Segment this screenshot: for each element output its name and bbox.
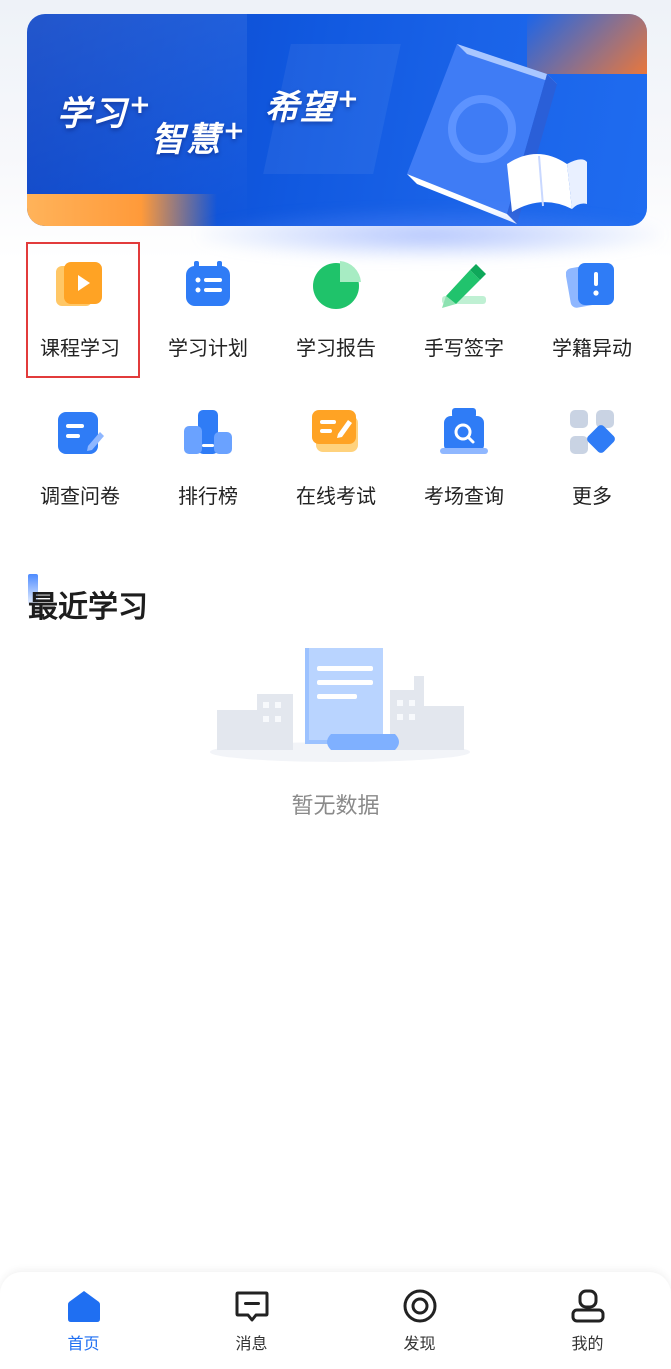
bottom-tab-bar: 首页 消息 发现 我的 — [0, 1272, 671, 1369]
study-plan-icon — [186, 261, 230, 306]
ranking-icon — [184, 410, 232, 454]
more-icon — [570, 410, 615, 454]
promo-banner[interactable]: 学习+ 智慧+ 希望+ — [27, 14, 647, 226]
tab-messages[interactable]: 消息 — [168, 1272, 335, 1369]
grid-item-survey[interactable]: 调查问卷 — [16, 388, 144, 528]
grid-item-exam-room-query[interactable]: 考场查询 — [400, 388, 528, 528]
study-report-icon — [313, 261, 361, 309]
message-icon — [235, 1291, 269, 1322]
grid-item-handwriting-sign[interactable]: 手写签字 — [400, 240, 528, 380]
tab-home[interactable]: 首页 — [0, 1272, 167, 1369]
banner-decoration — [27, 194, 217, 226]
banner-slogan-1: 学习+ — [57, 89, 152, 134]
status-change-icon — [566, 263, 614, 308]
recent-study-title: 最近学习 — [28, 590, 148, 625]
empty-state-text: 暂无数据 — [291, 794, 380, 819]
grid-item-label: 手写签字 — [424, 336, 504, 360]
grid-item-more[interactable]: 更多 — [528, 388, 656, 528]
empty-state-illustration — [210, 648, 470, 762]
profile-icon — [571, 1289, 605, 1323]
banner-slogan-3: 希望+ — [265, 83, 360, 128]
grid-item-label: 在线考试 — [296, 484, 376, 508]
grid-item-label: 学习报告 — [296, 336, 376, 360]
tab-label: 消息 — [235, 1334, 268, 1353]
banner-slogan-2: 智慧+ — [151, 115, 246, 160]
tab-label: 发现 — [403, 1334, 436, 1353]
grid-item-label: 学习计划 — [168, 336, 248, 360]
grid-item-study-report[interactable]: 学习报告 — [272, 240, 400, 380]
grid-item-label: 学籍异动 — [552, 336, 632, 360]
grid-item-study-plan[interactable]: 学习计划 — [144, 240, 272, 380]
book-illustration — [407, 44, 587, 224]
exam-room-query-icon — [440, 408, 488, 454]
grid-item-label: 考场查询 — [424, 484, 504, 508]
grid-item-label: 更多 — [572, 484, 612, 508]
home-icon — [68, 1291, 100, 1322]
tab-label: 我的 — [571, 1334, 604, 1353]
discover-icon — [403, 1289, 437, 1323]
survey-icon — [58, 412, 104, 454]
tab-profile[interactable]: 我的 — [504, 1272, 671, 1369]
handwriting-sign-icon — [442, 264, 486, 308]
grid-item-online-exam[interactable]: 在线考试 — [272, 388, 400, 528]
grid-item-status-change[interactable]: 学籍异动 — [528, 240, 656, 380]
grid-item-ranking[interactable]: 排行榜 — [144, 388, 272, 528]
grid-item-label: 排行榜 — [178, 484, 238, 508]
tab-label: 首页 — [67, 1334, 100, 1353]
tab-discover[interactable]: 发现 — [336, 1272, 503, 1369]
grid-item-label: 调查问卷 — [40, 484, 120, 508]
online-exam-icon — [312, 410, 358, 452]
selection-highlight — [26, 242, 140, 378]
